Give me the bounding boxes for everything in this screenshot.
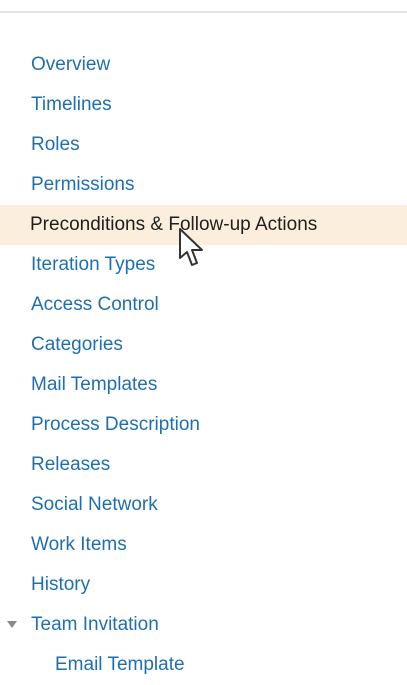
nav-item-mail-templates[interactable]: Mail Templates [0, 365, 407, 405]
top-divider [0, 11, 407, 13]
nav-item-label: Releases [31, 454, 111, 475]
nav-item-label: Social Network [31, 494, 158, 515]
navigation-list: Overview Timelines Roles Permissions Pre… [0, 45, 407, 685]
nav-item-process-description[interactable]: Process Description [0, 405, 407, 445]
nav-item-preconditions-follow-up-actions[interactable]: Preconditions & Follow-up Actions [0, 205, 407, 245]
nav-item-timelines[interactable]: Timelines [0, 85, 407, 125]
nav-item-label: Iteration Types [31, 254, 156, 275]
nav-item-label: History [31, 574, 91, 595]
nav-item-history[interactable]: History [0, 565, 407, 605]
nav-item-work-items[interactable]: Work Items [0, 525, 407, 565]
nav-item-email-template[interactable]: Email Template [0, 645, 407, 685]
nav-item-team-invitation[interactable]: Team Invitation [0, 605, 407, 645]
nav-item-permissions[interactable]: Permissions [0, 165, 407, 205]
nav-item-label: Permissions [31, 174, 135, 195]
nav-item-social-network[interactable]: Social Network [0, 485, 407, 525]
caret-down-icon[interactable] [7, 621, 17, 628]
nav-item-label: Access Control [31, 294, 159, 315]
nav-item-label: Categories [31, 334, 123, 355]
nav-item-overview[interactable]: Overview [0, 45, 407, 85]
nav-item-iteration-types[interactable]: Iteration Types [0, 245, 407, 285]
nav-item-label: Team Invitation [31, 614, 159, 635]
nav-item-label: Timelines [31, 94, 112, 115]
nav-item-label: Email Template [55, 654, 185, 675]
nav-item-categories[interactable]: Categories [0, 325, 407, 365]
nav-item-roles[interactable]: Roles [0, 125, 407, 165]
nav-item-access-control[interactable]: Access Control [0, 285, 407, 325]
nav-item-label: Mail Templates [31, 374, 158, 395]
nav-item-releases[interactable]: Releases [0, 445, 407, 485]
nav-item-label: Overview [31, 54, 111, 75]
nav-item-label: Preconditions & Follow-up Actions [30, 214, 318, 235]
nav-item-label: Roles [31, 134, 80, 155]
nav-item-label: Process Description [31, 414, 200, 435]
nav-item-label: Work Items [31, 534, 127, 555]
